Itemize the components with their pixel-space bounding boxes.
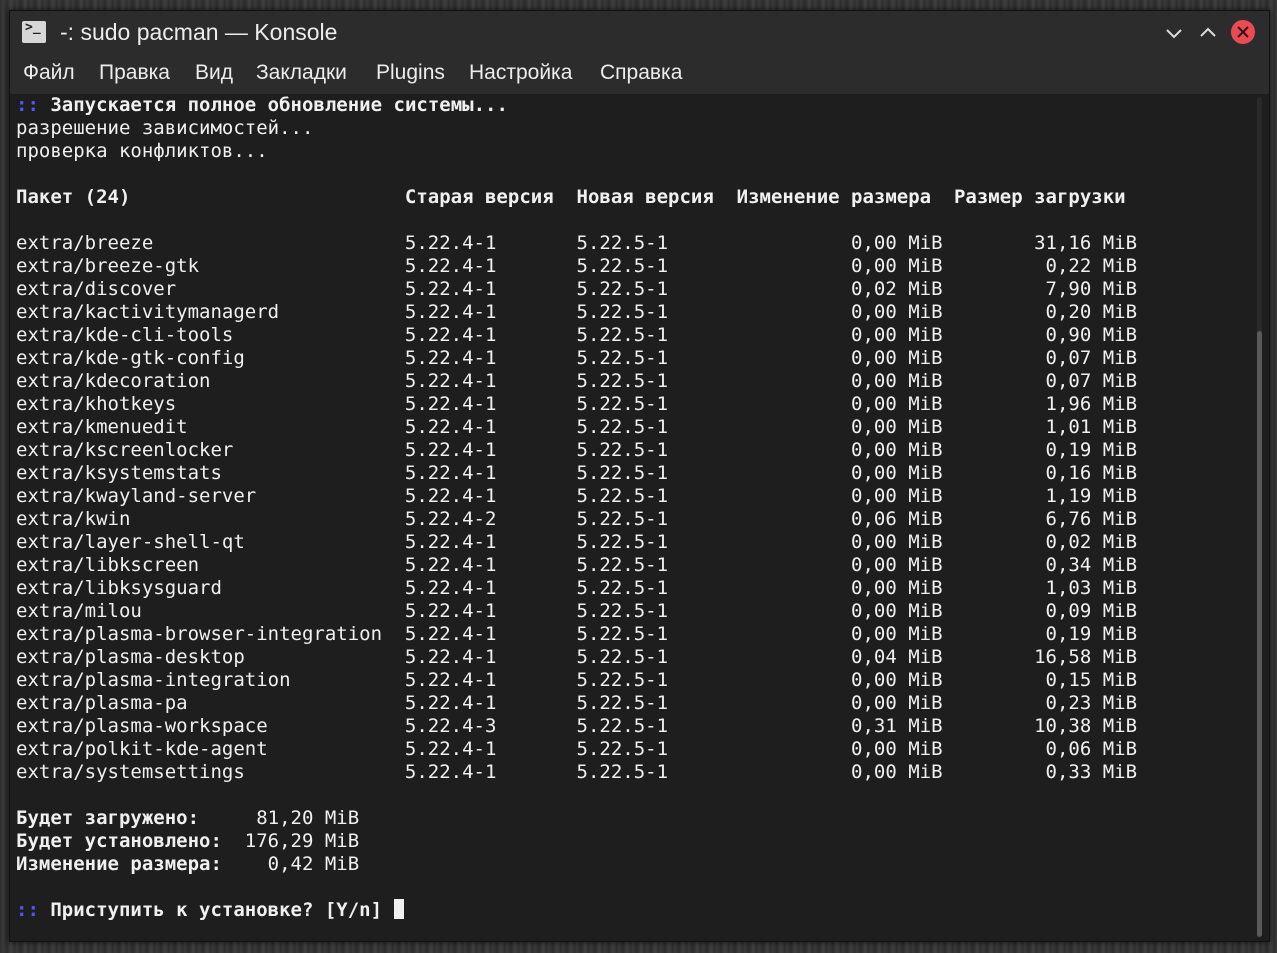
menu-plugins[interactable]: Plugins	[376, 61, 445, 85]
summary-value: 176,29 MiB	[221, 830, 360, 852]
title-bar[interactable]: >_ -: sudo pacman — Konsole	[10, 11, 1269, 54]
summary-size-change: Изменение размера: 0,42 MiB	[16, 853, 359, 876]
app-icon-glyph: >_	[25, 20, 41, 35]
minimize-button[interactable]	[1163, 22, 1185, 44]
table-row: extra/libksysguard 5.22.4-1 5.22.5-1 0,0…	[16, 577, 1138, 599]
summary-download: Будет загружено: 81,20 MiB	[16, 807, 359, 830]
table-row: extra/milou 5.22.4-1 5.22.5-1 0,00 MiB 0…	[16, 600, 1138, 622]
chevron-up-icon	[1200, 27, 1216, 37]
table-row: extra/breeze 5.22.4-1 5.22.5-1 0,00 MiB …	[16, 232, 1138, 254]
summary-label: Изменение размера:	[16, 853, 222, 875]
confirm-prompt: :: Приступить к установке? [Y/n]	[16, 899, 404, 922]
table-header: Пакет (24) Старая версия Новая версия Из…	[16, 186, 1126, 208]
table-row: extra/kwayland-server 5.22.4-1 5.22.5-1 …	[16, 485, 1138, 507]
summary-label: Будет установлено:	[16, 830, 222, 852]
summary-value: 81,20 MiB	[199, 807, 360, 829]
table-row: extra/systemsettings 5.22.4-1 5.22.5-1 0…	[16, 761, 1138, 783]
table-row: extra/kdecoration 5.22.4-1 5.22.5-1 0,00…	[16, 370, 1138, 392]
table-row: extra/polkit-kde-agent 5.22.4-1 5.22.5-1…	[16, 738, 1138, 760]
prompt-marker: ::	[16, 94, 39, 116]
maximize-button[interactable]	[1197, 22, 1219, 44]
table-row: extra/ksystemstats 5.22.4-1 5.22.5-1 0,0…	[16, 462, 1138, 484]
table-row: extra/plasma-integration 5.22.4-1 5.22.5…	[16, 669, 1138, 691]
scrollbar-thumb[interactable]	[1257, 331, 1262, 937]
table-row: extra/breeze-gtk 5.22.4-1 5.22.5-1 0,00 …	[16, 255, 1138, 277]
table-row: extra/plasma-browser-integration 5.22.4-…	[16, 623, 1138, 645]
prompt-marker: ::	[16, 899, 39, 921]
status-text: Запускается полное обновление системы...	[38, 94, 508, 116]
table-row: extra/plasma-workspace 5.22.4-3 5.22.5-1…	[16, 715, 1138, 737]
table-row: extra/kmenuedit 5.22.4-1 5.22.5-1 0,00 M…	[16, 416, 1138, 438]
terminal-line: :: Запускается полное обновление системы…	[16, 94, 508, 117]
konsole-terminal-icon[interactable]: >_	[22, 20, 46, 43]
table-row: extra/kactivitymanagerd 5.22.4-1 5.22.5-…	[16, 301, 1138, 323]
close-button[interactable]	[1231, 20, 1255, 44]
prompt-question: Приступить к установке? [Y/n]	[38, 899, 394, 921]
chevron-down-icon	[1166, 29, 1182, 39]
menu-bookmarks[interactable]: Закладки	[256, 61, 347, 85]
menu-edit[interactable]: Правка	[99, 61, 170, 85]
table-row: extra/libkscreen 5.22.4-1 5.22.5-1 0,00 …	[16, 554, 1138, 576]
close-icon	[1237, 26, 1249, 38]
terminal-line: проверка конфликтов...	[16, 140, 268, 162]
terminal-line: разрешение зависимостей...	[16, 117, 314, 139]
table-row: extra/kwin 5.22.4-2 5.22.5-1 0,06 MiB 6,…	[16, 508, 1138, 530]
table-row: extra/khotkeys 5.22.4-1 5.22.5-1 0,00 Mi…	[16, 393, 1138, 415]
menu-file[interactable]: Файл	[23, 61, 75, 85]
table-row: extra/kde-gtk-config 5.22.4-1 5.22.5-1 0…	[16, 347, 1138, 369]
text-cursor	[393, 899, 404, 919]
terminal-output[interactable]: :: Запускается полное обновление системы…	[10, 94, 1251, 941]
menu-view[interactable]: Вид	[195, 61, 233, 85]
summary-value: 0,42 MiB	[221, 853, 360, 875]
konsole-window: >_ -: sudo pacman — Konsole Файл Правка …	[9, 10, 1270, 942]
table-row: extra/kde-cli-tools 5.22.4-1 5.22.5-1 0,…	[16, 324, 1138, 346]
menu-bar: Файл Правка Вид Закладки Plugins Настрой…	[10, 54, 1269, 94]
table-row: extra/discover 5.22.4-1 5.22.5-1 0,02 Mi…	[16, 278, 1138, 300]
menu-help[interactable]: Справка	[600, 61, 682, 85]
table-row: extra/kscreenlocker 5.22.4-1 5.22.5-1 0,…	[16, 439, 1138, 461]
table-row: extra/plasma-pa 5.22.4-1 5.22.5-1 0,00 M…	[16, 692, 1138, 714]
menu-settings[interactable]: Настройка	[469, 61, 572, 85]
summary-label: Будет загружено:	[16, 807, 200, 829]
summary-install: Будет установлено: 176,29 MiB	[16, 830, 359, 853]
table-row: extra/plasma-desktop 5.22.4-1 5.22.5-1 0…	[16, 646, 1138, 668]
vertical-scrollbar[interactable]	[1251, 94, 1269, 941]
window-title: -: sudo pacman — Konsole	[60, 19, 338, 45]
table-row: extra/layer-shell-qt 5.22.4-1 5.22.5-1 0…	[16, 531, 1138, 553]
